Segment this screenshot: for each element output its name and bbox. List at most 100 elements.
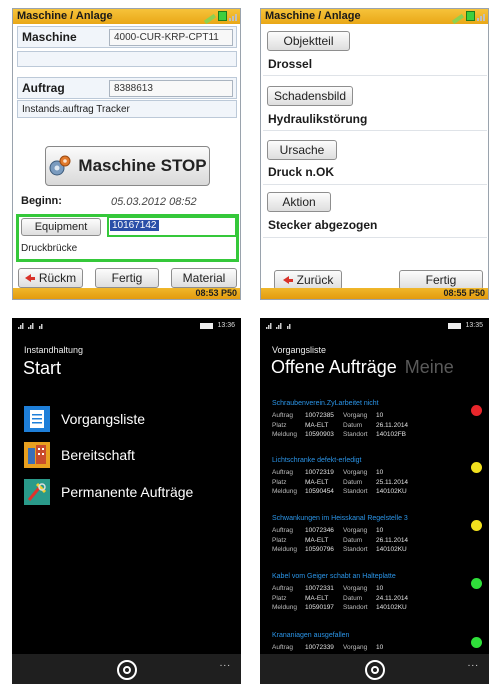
- value: 10072319: [305, 469, 334, 476]
- label: Standort: [343, 488, 368, 495]
- zurueck-button[interactable]: Zurück: [274, 270, 342, 290]
- title-bar: Maschine / Anlage: [261, 9, 488, 25]
- label: Auftrag: [272, 469, 293, 476]
- auftrag-field[interactable]: 8388613: [109, 80, 233, 97]
- auftrag-description: Instands.auftrag Tracker: [22, 104, 130, 115]
- status-dot-icon: [471, 462, 482, 473]
- value: 26.11.2014: [376, 536, 409, 544]
- order-list-item[interactable]: Schraubenverein.ZyLarbeitet nicht Auftra…: [272, 400, 482, 456]
- sync-icon[interactable]: [116, 660, 137, 680]
- equipment-button-label: Equipment: [34, 221, 88, 233]
- value: 10590197: [305, 604, 334, 611]
- battery-icon: [466, 11, 475, 21]
- arrow-left-icon: [282, 276, 293, 284]
- order-list-item[interactable]: Lichtschranke defekt-erledigt Auftrag 10…: [272, 457, 482, 513]
- order-list-item[interactable]: Kabel vom Geiger schabt an Halteplatte A…: [272, 573, 482, 629]
- building-icon: [24, 442, 50, 468]
- phone-status-bar: 13:35: [266, 322, 483, 332]
- title-bar: Maschine / Anlage: [13, 9, 240, 25]
- label: Meldung: [272, 604, 297, 611]
- status-bar: 08:53 P50: [13, 288, 240, 299]
- phone-time: 13:35: [465, 322, 483, 329]
- maschine-field[interactable]: 4000-CUR-KRP-CPT11: [109, 29, 233, 46]
- label: Platz: [272, 478, 287, 486]
- label: Meldung: [272, 431, 297, 438]
- divider: [263, 184, 487, 185]
- equipment-description: Druckbrücke: [21, 243, 78, 254]
- more-menu-button[interactable]: ...: [468, 658, 479, 669]
- value: 140102KU: [376, 488, 407, 495]
- pivot-title-active[interactable]: Offene Aufträge: [271, 357, 397, 377]
- page-title: Start: [23, 358, 62, 378]
- order-list-item[interactable]: Schwankungen im Heisskanal Regelstelle 3…: [272, 515, 482, 571]
- value: 24.11.2014: [376, 594, 409, 602]
- refresh-icon[interactable]: [364, 660, 385, 680]
- status-bar: 08:55 P50: [261, 288, 488, 299]
- window-title: Maschine / Anlage: [17, 10, 113, 22]
- label: Vorgang: [343, 644, 368, 651]
- label: Auftrag: [272, 412, 293, 419]
- label: Vorgang: [343, 469, 368, 476]
- ursache-button[interactable]: Ursache: [267, 140, 337, 160]
- more-menu-button[interactable]: ...: [220, 658, 231, 669]
- zurueck-label: Zurück: [296, 273, 334, 287]
- label: Vorgang: [343, 527, 368, 534]
- tools-icon: [24, 479, 50, 505]
- label: Meldung: [272, 546, 297, 553]
- value: 10: [376, 585, 384, 592]
- signal-icon: [266, 322, 296, 329]
- value: 25.11.2014: [376, 478, 409, 486]
- battery-icon: [200, 322, 214, 329]
- value: 10590796: [305, 546, 334, 553]
- label: Standort: [343, 604, 368, 611]
- rueckm-label: Rückm: [38, 271, 77, 285]
- aktion-button[interactable]: Aktion: [267, 192, 331, 212]
- fertig-label: Fertig: [425, 273, 457, 287]
- app-bar: ...: [12, 654, 241, 684]
- battery-icon: [448, 322, 462, 329]
- label: Standort: [343, 431, 368, 438]
- objektteil-label: Objektteil: [283, 34, 334, 48]
- empty-row: [17, 51, 237, 67]
- equipment-input[interactable]: 10167142: [107, 216, 237, 237]
- value: 140102KU: [376, 546, 407, 553]
- menu-item-label: Vorgangsliste: [61, 411, 146, 427]
- material-button[interactable]: Material: [171, 268, 237, 288]
- value: 140102FB: [376, 431, 406, 438]
- schadensbild-button[interactable]: Schadensbild: [267, 86, 353, 106]
- order-title: Schraubenverein.ZyLarbeitet nicht: [272, 400, 379, 407]
- fertig-button[interactable]: Fertig: [95, 268, 159, 288]
- value: 10590903: [305, 431, 334, 438]
- auftrag-label: Auftrag: [22, 81, 65, 95]
- order-title: Lichtschranke defekt-erledigt: [272, 457, 362, 464]
- beginn-value: 05.03.2012 08:52: [111, 196, 197, 208]
- app-bar: ...: [260, 654, 489, 684]
- schadensbild-value: Hydraulikstörung: [268, 112, 368, 126]
- equipment-button[interactable]: Equipment: [21, 218, 101, 236]
- ursache-label: Ursache: [279, 143, 325, 157]
- signal-icon: [229, 14, 237, 21]
- status-icons: [451, 11, 485, 25]
- order-title: Schwankungen im Heisskanal Regelstelle 3: [272, 515, 408, 522]
- app-subtitle: Vorgangsliste: [272, 345, 327, 355]
- menu-item-vorgangsliste[interactable]: Vorgangsliste: [24, 404, 145, 434]
- status-dot-icon: [471, 637, 482, 648]
- menu-item-permanente-auftraege[interactable]: Permanente Aufträge: [24, 477, 193, 507]
- status-dot-icon: [471, 405, 482, 416]
- rueckm-button[interactable]: Rückm: [18, 268, 83, 288]
- pivot-title-next[interactable]: Meine: [405, 357, 454, 377]
- status-icons: [203, 11, 237, 25]
- status-time: 08:53 P50: [195, 288, 237, 298]
- status-dot-icon: [471, 520, 482, 531]
- maschine-anlage-screen: Maschine / Anlage Maschine 4000-CUR-KRP-…: [12, 8, 241, 300]
- order-title: Kabel vom Geiger schabt an Halteplatte: [272, 573, 396, 580]
- label: Auftrag: [272, 585, 293, 592]
- menu-item-bereitschaft[interactable]: Bereitschaft: [24, 440, 135, 470]
- window-title: Maschine / Anlage: [265, 10, 361, 22]
- maschine-stop-button[interactable]: Maschine STOP: [45, 146, 210, 186]
- objektteil-button[interactable]: Objektteil: [267, 31, 350, 51]
- status-dot-icon: [471, 578, 482, 589]
- fertig-button[interactable]: Fertig: [399, 270, 483, 290]
- value: 10: [376, 527, 384, 534]
- label: Vorgang: [343, 412, 368, 419]
